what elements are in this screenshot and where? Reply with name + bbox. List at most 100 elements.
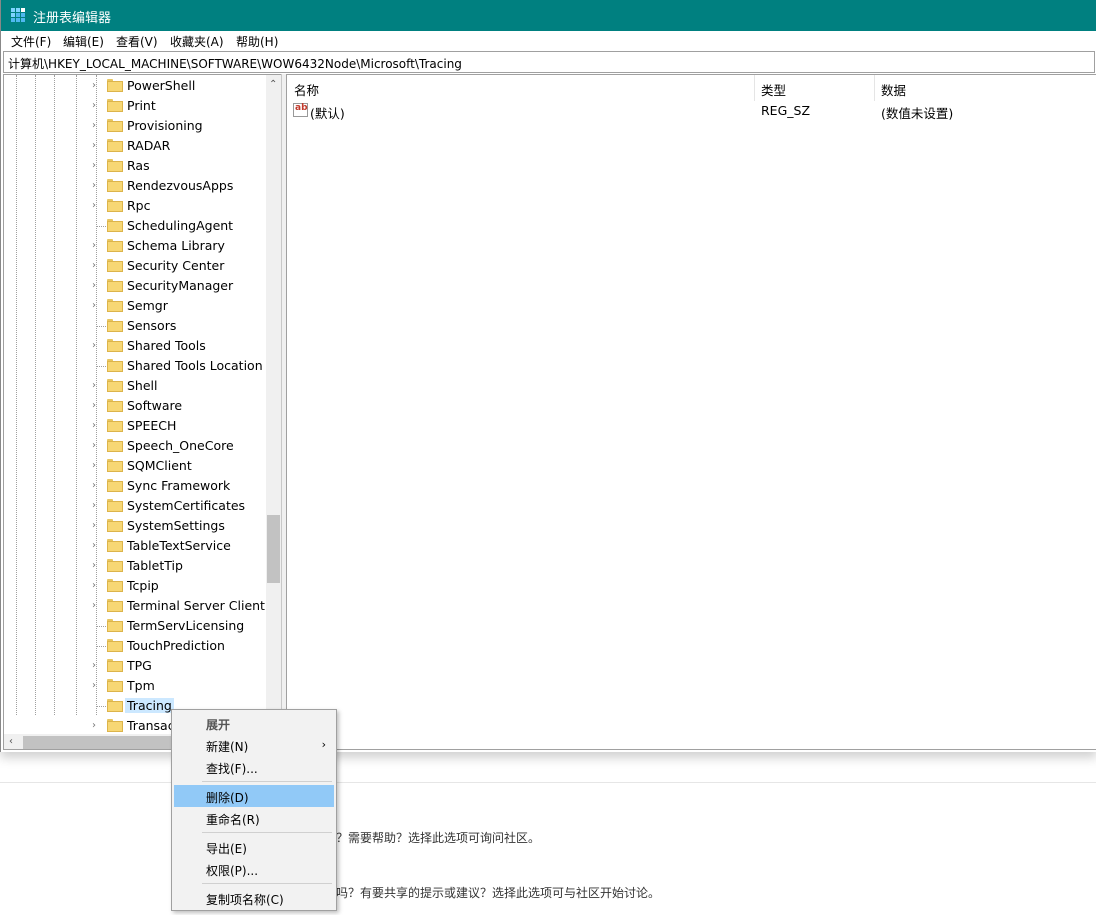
tree-vertical-scrollbar[interactable]: ⌃ xyxy=(266,75,281,735)
expand-chevron-icon[interactable]: › xyxy=(92,461,102,471)
ctx-expand[interactable]: 展开 xyxy=(174,712,334,734)
menu-favorites[interactable]: 收藏夹(A) xyxy=(170,33,224,50)
scroll-left-icon[interactable]: ‹ xyxy=(9,736,13,747)
expand-chevron-icon[interactable]: › xyxy=(92,441,102,451)
tree-item[interactable]: › Ras xyxy=(4,156,266,176)
values-list-pane[interactable]: 名称 类型 数据 ab (默认) REG_SZ (数值未设置) xyxy=(286,74,1096,750)
expand-chevron-icon[interactable]: › xyxy=(92,161,102,171)
expand-chevron-icon[interactable]: › xyxy=(92,481,102,491)
expand-chevron-icon[interactable]: › xyxy=(92,521,102,531)
expand-chevron-icon[interactable]: › xyxy=(92,341,102,351)
tree-item[interactable]: › RADAR xyxy=(4,136,266,156)
tree-item[interactable]: › SystemSettings xyxy=(4,516,266,536)
tree-item[interactable]: Shared Tools Location xyxy=(4,356,266,376)
tree-item[interactable]: › Security Center xyxy=(4,256,266,276)
menu-view[interactable]: 查看(V) xyxy=(116,33,158,50)
menu-help[interactable]: 帮助(H) xyxy=(236,33,278,50)
expand-chevron-icon[interactable]: › xyxy=(92,501,102,511)
tree-hscroll-thumb[interactable] xyxy=(23,736,183,749)
ctx-export[interactable]: 导出(E) xyxy=(174,836,334,858)
column-header-name[interactable]: 名称 xyxy=(294,80,319,99)
ctx-delete[interactable]: 删除(D) xyxy=(174,785,334,807)
expand-chevron-icon[interactable]: › xyxy=(92,581,102,591)
expand-chevron-icon[interactable]: › xyxy=(92,281,102,291)
folder-icon xyxy=(107,139,123,152)
tree-item[interactable]: › Shared Tools xyxy=(4,336,266,356)
expand-chevron-icon[interactable]: › xyxy=(92,601,102,611)
tree-item[interactable]: › PowerShell xyxy=(4,76,266,96)
tree-item[interactable]: › SecurityManager xyxy=(4,276,266,296)
ctx-find[interactable]: 查找(F)... xyxy=(174,756,334,778)
column-separator[interactable] xyxy=(874,75,875,101)
tree-item-label: Semgr xyxy=(127,298,168,313)
expand-chevron-icon[interactable]: › xyxy=(92,121,102,131)
expand-chevron-icon[interactable]: › xyxy=(92,201,102,211)
tree-item[interactable]: › SystemCertificates xyxy=(4,496,266,516)
tree-item[interactable]: › Schema Library xyxy=(4,236,266,256)
expand-chevron-icon[interactable]: › xyxy=(92,541,102,551)
tree-item[interactable]: › Software xyxy=(4,396,266,416)
folder-icon xyxy=(107,479,123,492)
tree-item[interactable]: › Tcpip xyxy=(4,576,266,596)
tree-item[interactable]: › Tpm xyxy=(4,676,266,696)
title-bar[interactable]: 注册表编辑器 xyxy=(1,0,1096,31)
expand-chevron-icon[interactable]: › xyxy=(92,401,102,411)
column-header-type[interactable]: 类型 xyxy=(761,80,786,99)
tree-item[interactable]: › Provisioning xyxy=(4,116,266,136)
expand-chevron-icon[interactable]: › xyxy=(92,721,102,731)
expand-chevron-icon[interactable]: › xyxy=(92,261,102,271)
tree-item[interactable]: › SPEECH xyxy=(4,416,266,436)
tree-item-label: Tracing xyxy=(125,698,174,713)
tree-item-label: SQMClient xyxy=(127,458,192,473)
tree-item[interactable]: › Semgr xyxy=(4,296,266,316)
tree-item[interactable]: › RendezvousApps xyxy=(4,176,266,196)
ctx-rename[interactable]: 重命名(R) xyxy=(174,807,334,829)
tree-item[interactable]: › SQMClient xyxy=(4,456,266,476)
value-name[interactable]: (默认) xyxy=(310,103,345,122)
expand-chevron-icon[interactable]: › xyxy=(92,241,102,251)
expand-chevron-icon[interactable]: › xyxy=(92,421,102,431)
tree-scroll-thumb[interactable] xyxy=(267,515,280,583)
tree-item[interactable]: SchedulingAgent xyxy=(4,216,266,236)
expand-chevron-icon[interactable]: › xyxy=(92,181,102,191)
scroll-up-icon[interactable]: ⌃ xyxy=(269,79,277,90)
tree-item[interactable]: › Terminal Server Client xyxy=(4,596,266,616)
tree-item-label: TPG xyxy=(127,658,152,673)
expand-chevron-icon[interactable]: › xyxy=(92,561,102,571)
tree-item-label: Shared Tools Location xyxy=(127,358,263,373)
expand-chevron-icon[interactable]: › xyxy=(92,101,102,111)
tree-item[interactable]: › Rpc xyxy=(4,196,266,216)
tree-item[interactable]: › Shell xyxy=(4,376,266,396)
value-type: REG_SZ xyxy=(761,103,811,118)
tree-item[interactable]: Sensors xyxy=(4,316,266,336)
tree-item[interactable]: › TableTextService xyxy=(4,536,266,556)
tree-item[interactable]: › TPG xyxy=(4,656,266,676)
expand-chevron-icon[interactable]: › xyxy=(92,661,102,671)
column-separator[interactable] xyxy=(754,75,755,101)
tree-item[interactable]: TouchPrediction xyxy=(4,636,266,656)
folder-icon xyxy=(107,239,123,252)
expand-chevron-icon[interactable]: › xyxy=(92,81,102,91)
tree-item[interactable]: › Print xyxy=(4,96,266,116)
expand-chevron-icon[interactable]: › xyxy=(92,381,102,391)
menu-edit[interactable]: 编辑(E) xyxy=(63,33,104,50)
key-tree-pane[interactable]: › PowerShell › Print › Provisioning › RADAR › Ras… xyxy=(3,74,281,750)
tree-item[interactable]: › Sync Framework xyxy=(4,476,266,496)
expand-chevron-icon[interactable]: › xyxy=(92,141,102,151)
menu-file[interactable]: 文件(F) xyxy=(11,33,51,50)
tree-item[interactable]: › Speech_OneCore xyxy=(4,436,266,456)
expand-chevron-icon[interactable]: › xyxy=(92,301,102,311)
expand-chevron-icon[interactable]: › xyxy=(92,681,102,691)
address-bar[interactable]: 计算机\HKEY_LOCAL_MACHINE\SOFTWARE\WOW6432N… xyxy=(3,51,1095,73)
tree-item[interactable]: TermServLicensing xyxy=(4,616,266,636)
folder-icon xyxy=(107,399,123,412)
tree-item-label: Tcpip xyxy=(127,578,159,593)
background-help-text: 帮助？需要帮助？选择此选项可询问社区。 xyxy=(312,831,541,845)
column-header-data[interactable]: 数据 xyxy=(881,80,906,99)
folder-icon xyxy=(107,459,123,472)
ctx-permissions[interactable]: 权限(P)... xyxy=(174,858,334,880)
ctx-copy-key-name[interactable]: 复制项名称(C) xyxy=(174,887,334,909)
ctx-new[interactable]: 新建(N) › xyxy=(174,734,334,756)
tree-item[interactable]: › TabletTip xyxy=(4,556,266,576)
folder-icon xyxy=(107,439,123,452)
